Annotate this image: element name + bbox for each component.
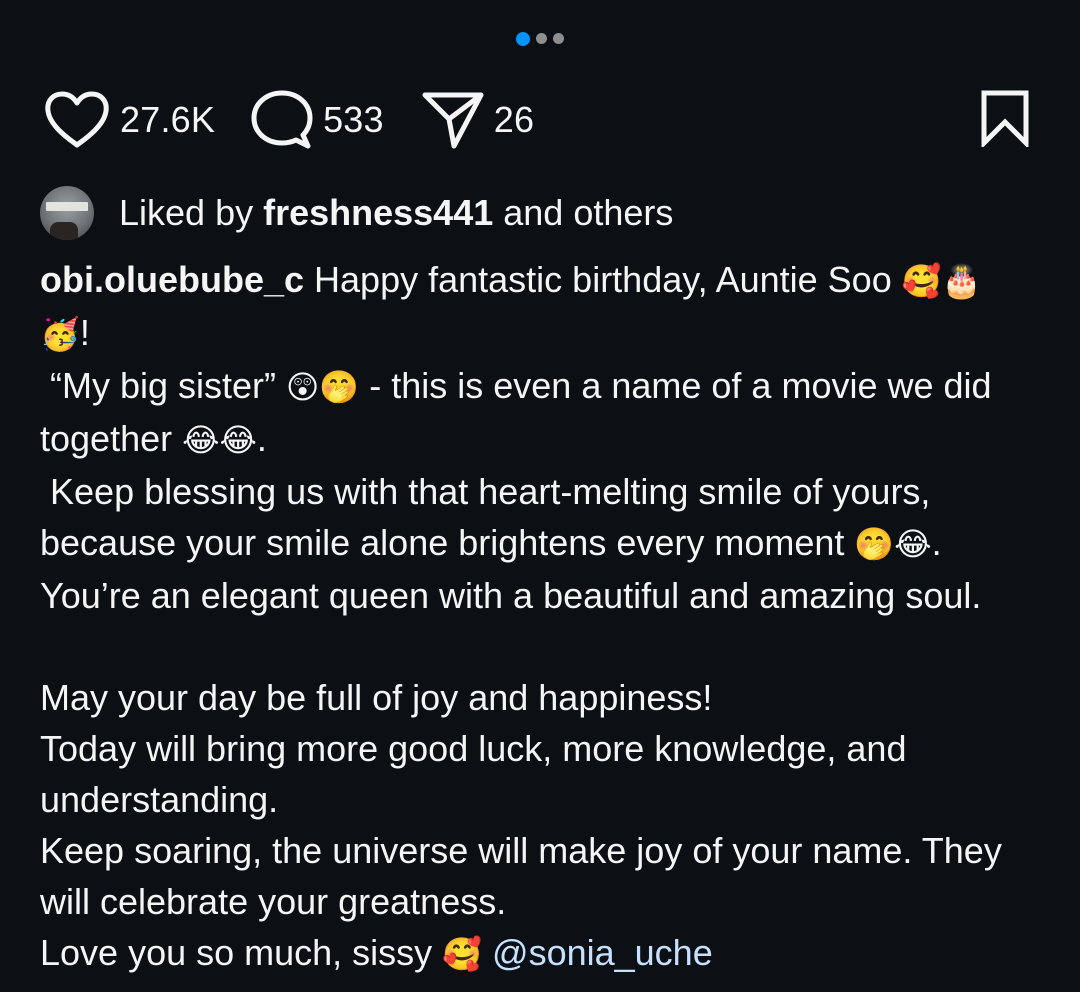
comment-bubble-icon[interactable] bbox=[251, 90, 313, 150]
caption-text: May your day be full of joy and happines… bbox=[40, 677, 713, 718]
liked-by-prefix: Liked by bbox=[119, 192, 264, 233]
caption-text: Today will bring more good luck, more kn… bbox=[40, 728, 917, 820]
send-paper-plane-icon[interactable] bbox=[422, 91, 484, 149]
avatar[interactable] bbox=[40, 186, 94, 240]
heart-icon[interactable] bbox=[44, 91, 110, 149]
emoji-icon: 😂😂 bbox=[182, 421, 257, 459]
caption-text: Keep blessing us with that heart-melting… bbox=[40, 471, 941, 563]
share-count[interactable]: 26 bbox=[494, 99, 534, 141]
avatar-figure-graphic bbox=[50, 222, 78, 240]
caption-text: Keep soaring, the universe will make joy… bbox=[40, 830, 1012, 922]
carousel-dot bbox=[536, 33, 547, 44]
caption-text: . bbox=[931, 522, 942, 563]
comment-button[interactable]: 533 bbox=[251, 90, 384, 150]
emoji-icon: 🤭😂 bbox=[854, 525, 932, 563]
caption-paragraph-1: obi.oluebube_c Happy fantastic birthday,… bbox=[40, 254, 1050, 621]
post-action-bar: 27.6K 533 26 bbox=[44, 88, 1030, 152]
liked-by-username[interactable]: freshness441 bbox=[263, 192, 493, 233]
share-button[interactable]: 26 bbox=[422, 91, 534, 149]
caption-paragraph-2: May your day be full of joy and happines… bbox=[40, 672, 1050, 980]
carousel-dot bbox=[553, 33, 564, 44]
caption-text: . bbox=[256, 418, 267, 459]
post-caption: obi.oluebube_c Happy fantastic birthday,… bbox=[40, 254, 1050, 980]
liked-by-row: Liked by freshness441 and others bbox=[40, 186, 673, 240]
mention-link[interactable]: @sonia_uche bbox=[482, 932, 713, 973]
avatar-sign-graphic bbox=[46, 202, 88, 211]
like-button[interactable]: 27.6K bbox=[44, 91, 215, 149]
caption-text: ! bbox=[79, 312, 90, 353]
bookmark-icon[interactable] bbox=[980, 90, 1030, 151]
save-button[interactable] bbox=[980, 89, 1030, 152]
carousel-dot-active bbox=[516, 31, 530, 46]
caption-text: Love you so much, sissy bbox=[40, 932, 443, 973]
like-count[interactable]: 27.6K bbox=[120, 99, 215, 141]
caption-text: You’re an elegant queen with a beautiful… bbox=[40, 575, 982, 616]
comment-count[interactable]: 533 bbox=[323, 99, 384, 141]
caption-username[interactable]: obi.oluebube_c bbox=[40, 259, 304, 300]
emoji-icon: 🥰 bbox=[442, 935, 483, 973]
emoji-icon: 🥳 bbox=[40, 315, 80, 353]
liked-by-suffix[interactable]: and others bbox=[493, 192, 673, 233]
emoji-icon: 😲🤭 bbox=[286, 368, 360, 406]
caption-text: “My big sister” bbox=[40, 365, 287, 406]
caption-text: Happy fantastic birthday, Auntie Soo bbox=[304, 259, 902, 300]
emoji-icon: 🥰🎂 bbox=[901, 262, 982, 300]
liked-by-text: Liked by freshness441 and others bbox=[119, 192, 673, 234]
carousel-indicator bbox=[0, 31, 1080, 46]
